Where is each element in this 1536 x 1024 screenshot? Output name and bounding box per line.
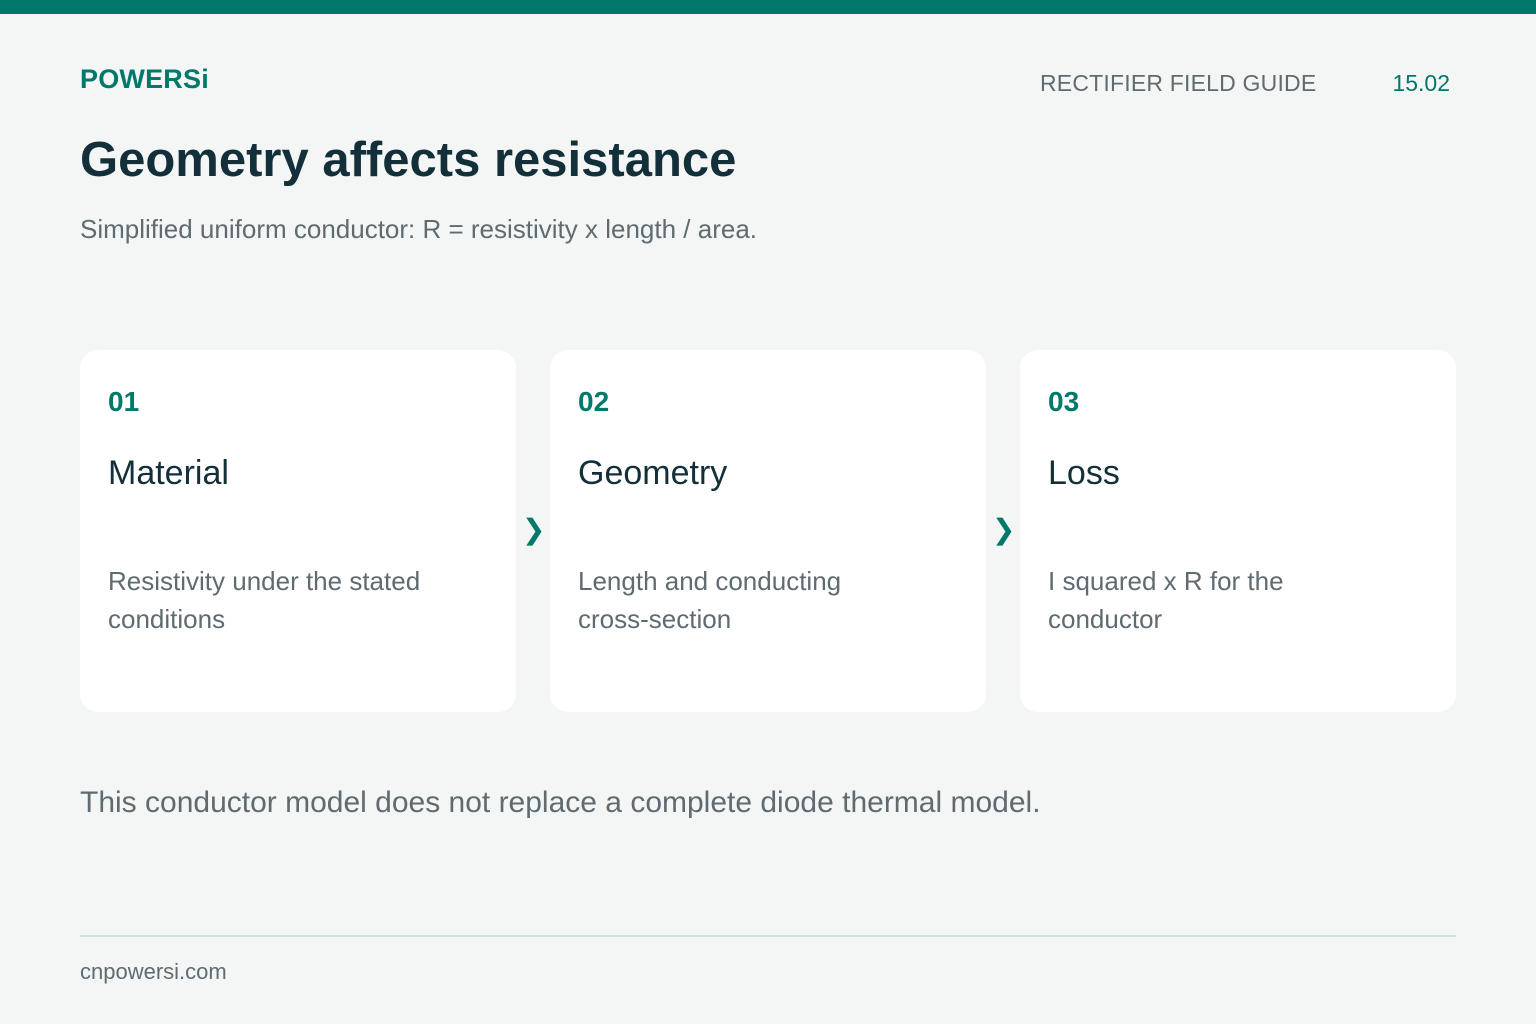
guide-label: RECTIFIER FIELD GUIDE — [1040, 70, 1317, 96]
page-subtitle: Simplified uniform conductor: R = resist… — [80, 214, 758, 244]
step-number: 03 — [1048, 386, 1080, 417]
step-title: Loss — [1048, 454, 1120, 492]
chevron-right-icon: ❯ — [992, 514, 1016, 545]
step-description: Length and conducting cross-section — [578, 566, 842, 634]
brand-logo: POWERSi — [80, 64, 209, 94]
step-title: Geometry — [578, 454, 728, 492]
footer-url: cnpowersi.com — [80, 959, 227, 984]
footer-divider — [80, 935, 1456, 937]
step-number: 01 — [108, 386, 140, 417]
step-title: Material — [108, 454, 229, 492]
guide-page-number: 15.02 — [1392, 70, 1450, 96]
step-number: 02 — [578, 386, 610, 417]
top-accent-bar — [0, 0, 1536, 14]
step-description: I squared x R for the conductor — [1048, 566, 1284, 634]
step-card-loss: 03 Loss I squared x R for the conductor — [1020, 350, 1456, 712]
disclaimer-note: This conductor model does not replace a … — [80, 786, 1041, 819]
chevron-right-icon: ❯ — [522, 514, 546, 545]
step-card-material: 01 Material Resistivity under the stated… — [80, 350, 516, 712]
step-description: Resistivity under the stated conditions — [108, 566, 421, 634]
page-title: Geometry affects resistance — [80, 133, 737, 187]
step-card-geometry: 02 Geometry Length and conducting cross-… — [550, 350, 986, 712]
